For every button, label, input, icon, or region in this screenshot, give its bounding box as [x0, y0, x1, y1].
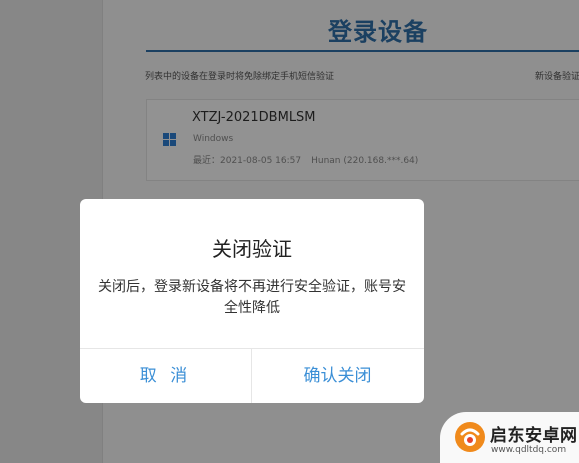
close-verification-dialog: 关闭验证 关闭后，登录新设备将不再进行安全验证，账号安全性降低 取 消 确认关闭	[80, 199, 424, 403]
watermark-url: www.qdltdq.com	[491, 445, 567, 455]
watermark-logo-icon	[455, 422, 485, 452]
dialog-message: 关闭后，登录新设备将不再进行安全验证，账号安全性降低	[98, 279, 406, 316]
dialog-title: 关闭验证	[212, 237, 292, 261]
watermark-brand: 启东安卓网	[490, 426, 578, 446]
cancel-button[interactable]: 取 消	[80, 349, 251, 403]
confirm-close-button[interactable]: 确认关闭	[252, 349, 423, 403]
